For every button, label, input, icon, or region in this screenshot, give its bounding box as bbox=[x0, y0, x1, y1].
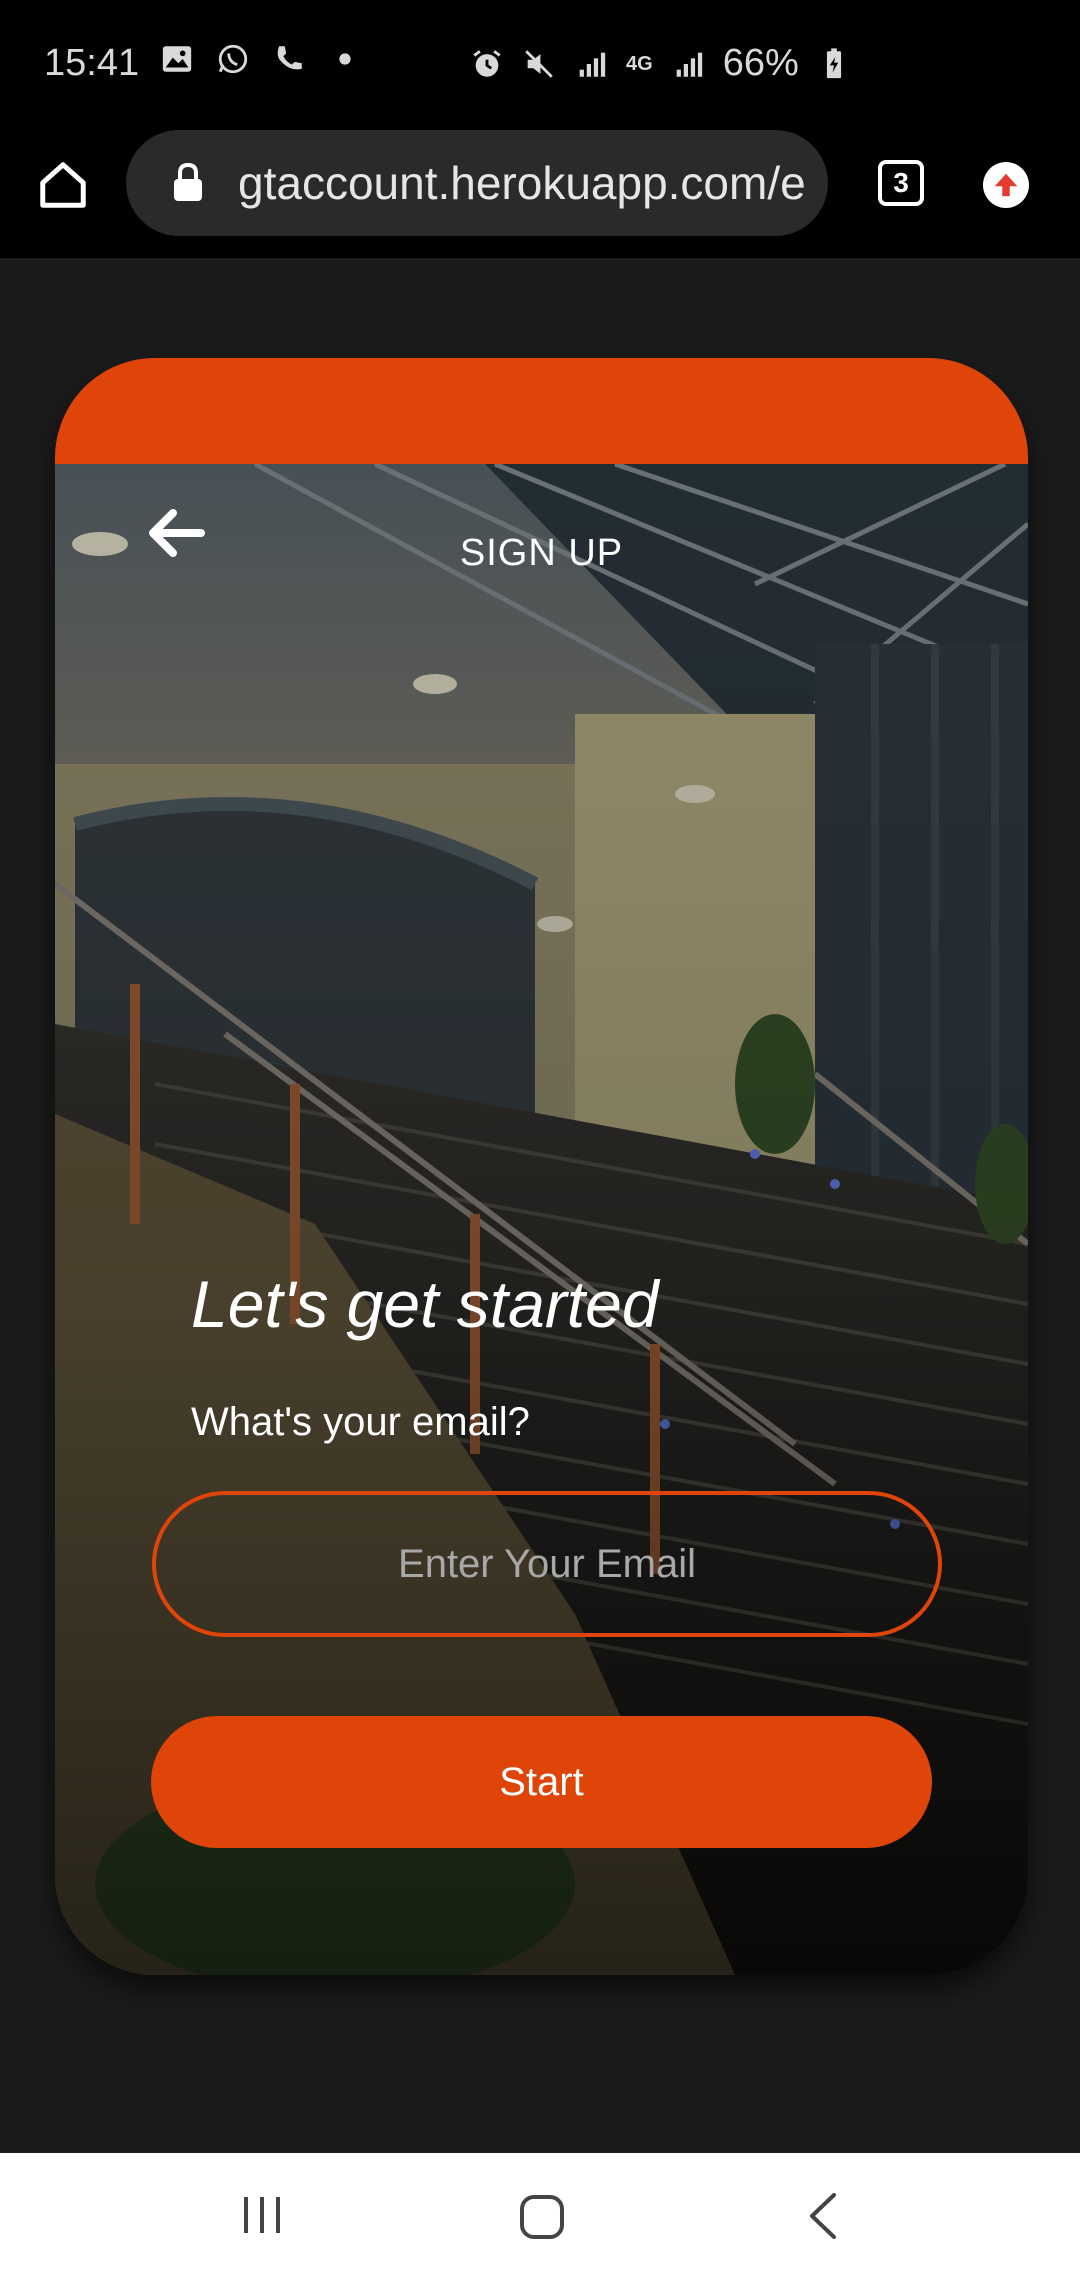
email-input[interactable] bbox=[152, 1491, 942, 1637]
phone-call-icon bbox=[277, 46, 302, 70]
system-icons: 4G 66% bbox=[470, 42, 851, 85]
email-question-label: What's your email? bbox=[191, 1400, 530, 1444]
tab-count: 3 bbox=[893, 167, 909, 198]
card-header-band bbox=[55, 358, 1028, 464]
address-bar[interactable]: gtaccount.herokuapp.com/e bbox=[126, 130, 828, 236]
dot-icon bbox=[339, 53, 351, 65]
status-bar: 15:41 4G 66% bbox=[0, 0, 1080, 130]
mute-icon bbox=[525, 49, 553, 78]
gallery-icon bbox=[162, 46, 192, 72]
whatsapp-icon bbox=[218, 44, 248, 74]
arrow-up-icon bbox=[994, 173, 1018, 197]
network-type: 4G bbox=[626, 52, 653, 75]
signal-icon bbox=[579, 52, 606, 77]
update-icon[interactable] bbox=[983, 162, 1029, 208]
battery-charging-icon bbox=[826, 47, 841, 78]
back-nav-icon[interactable] bbox=[806, 2191, 840, 2241]
signup-card: SIGN UP Let's get started What's your em… bbox=[55, 358, 1028, 1975]
url-text: gtaccount.herokuapp.com/e bbox=[238, 157, 806, 209]
lock-icon bbox=[174, 163, 202, 201]
headline: Let's get started bbox=[191, 1267, 659, 1341]
notification-icons bbox=[160, 42, 362, 76]
tab-switcher-button[interactable]: 3 bbox=[878, 160, 924, 206]
start-button[interactable]: Start bbox=[151, 1716, 932, 1848]
battery-percent: 66% bbox=[722, 42, 799, 84]
alarm-icon bbox=[473, 49, 501, 77]
page-title: SIGN UP bbox=[459, 532, 624, 574]
android-nav-bar bbox=[0, 2153, 1080, 2280]
home-icon[interactable] bbox=[36, 158, 90, 212]
recent-apps-icon[interactable] bbox=[240, 2195, 284, 2235]
browser-toolbar: gtaccount.herokuapp.com/e 3 bbox=[0, 130, 1080, 258]
status-time: 15:41 bbox=[44, 42, 140, 84]
home-nav-icon[interactable] bbox=[518, 2193, 566, 2241]
signal-2-icon bbox=[676, 52, 702, 77]
